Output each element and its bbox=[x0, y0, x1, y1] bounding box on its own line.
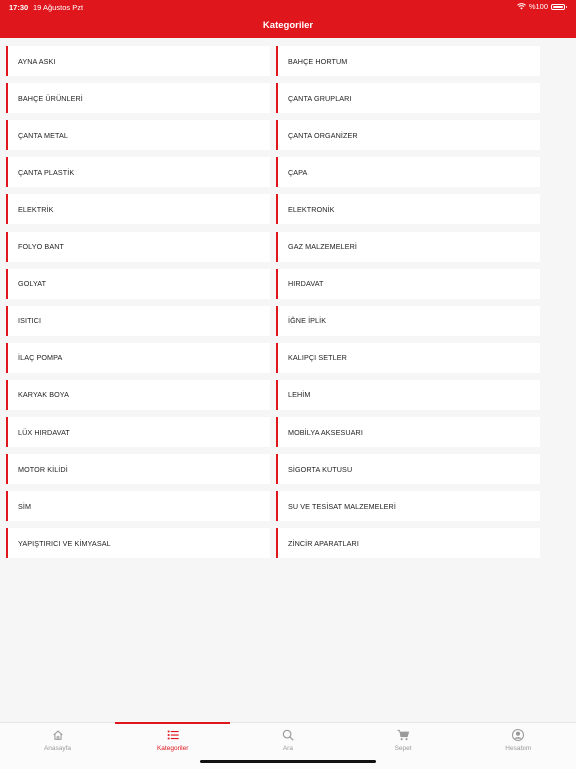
category-item[interactable]: FOLYO BANT bbox=[6, 231, 270, 262]
status-time: 17:30 bbox=[9, 3, 29, 12]
category-item[interactable]: ÇANTA METAL bbox=[6, 120, 270, 151]
tab-label: Hesabım bbox=[505, 745, 532, 752]
tab-label: Kategoriler bbox=[156, 745, 189, 752]
category-item[interactable]: YAPIŞTIRICI VE KİMYASAL bbox=[6, 528, 270, 559]
active-tab-indicator bbox=[115, 722, 231, 724]
category-item[interactable]: AYNA ASKI bbox=[6, 46, 270, 76]
category-item[interactable]: ELEKTRONİK bbox=[276, 194, 540, 225]
page-title: Kategoriler bbox=[262, 20, 314, 31]
category-item[interactable]: GAZ MALZEMELERİ bbox=[276, 231, 540, 262]
category-item[interactable]: SU VE TESİSAT MALZEMELERİ bbox=[276, 491, 540, 522]
category-item[interactable]: LEHİM bbox=[276, 379, 540, 410]
category-item[interactable]: BAHÇE HORTUM bbox=[276, 46, 540, 76]
status-indicators: %100 bbox=[516, 2, 567, 11]
home-indicator bbox=[200, 760, 376, 763]
home-icon bbox=[52, 730, 63, 740]
category-item[interactable]: ÇANTA PLASTİK bbox=[6, 157, 270, 188]
tab-label: Ara bbox=[282, 745, 293, 752]
status-date: 19 Ağustos Pzt bbox=[33, 3, 84, 12]
category-item[interactable]: ELEKTRİK bbox=[6, 194, 270, 225]
category-item[interactable]: MOTOR KİLİDİ bbox=[6, 454, 270, 485]
category-item[interactable]: SİM bbox=[6, 491, 270, 522]
category-item[interactable]: ISITICI bbox=[6, 305, 270, 336]
category-item[interactable]: MOBİLYA AKSESUARI bbox=[276, 417, 540, 447]
tab-label: Sepet bbox=[394, 745, 412, 752]
account-icon bbox=[512, 728, 525, 742]
category-item[interactable]: LÜX HIRDAVAT bbox=[6, 417, 270, 447]
category-item[interactable]: KALIPÇI SETLER bbox=[276, 342, 540, 373]
cart-icon bbox=[397, 729, 410, 741]
category-item[interactable]: ÇANTA GRUPLARI bbox=[276, 83, 540, 114]
category-item[interactable]: GOLYAT bbox=[6, 268, 270, 299]
battery-icon bbox=[551, 3, 567, 10]
category-item[interactable]: ZİNCİR APARATLARI bbox=[276, 528, 540, 559]
app-header: 17:30 19 Ağustos Pzt %100 Kategoriler bbox=[0, 0, 576, 38]
search-icon bbox=[282, 729, 294, 741]
category-item[interactable]: SİGORTA KUTUSU bbox=[276, 454, 540, 485]
category-item[interactable]: KARYAK BOYA bbox=[6, 379, 270, 410]
category-item[interactable]: BAHÇE ÜRÜNLERİ bbox=[6, 83, 270, 114]
category-item[interactable]: ÇAPA bbox=[276, 157, 540, 188]
list-icon bbox=[167, 730, 179, 740]
category-item[interactable]: İĞNE İPLİK bbox=[276, 305, 540, 336]
tab-account[interactable]: Hesabım bbox=[461, 723, 576, 769]
wifi-icon bbox=[516, 3, 526, 10]
category-item[interactable]: İLAÇ POMPA bbox=[6, 342, 270, 373]
tab-home[interactable]: Anasayfa bbox=[0, 723, 115, 769]
category-item[interactable]: HIRDAVAT bbox=[276, 268, 540, 299]
category-item[interactable]: ÇANTA ORGANİZER bbox=[276, 120, 540, 151]
battery-percent: %100 bbox=[528, 2, 548, 11]
tab-label: Anasayfa bbox=[43, 745, 72, 752]
